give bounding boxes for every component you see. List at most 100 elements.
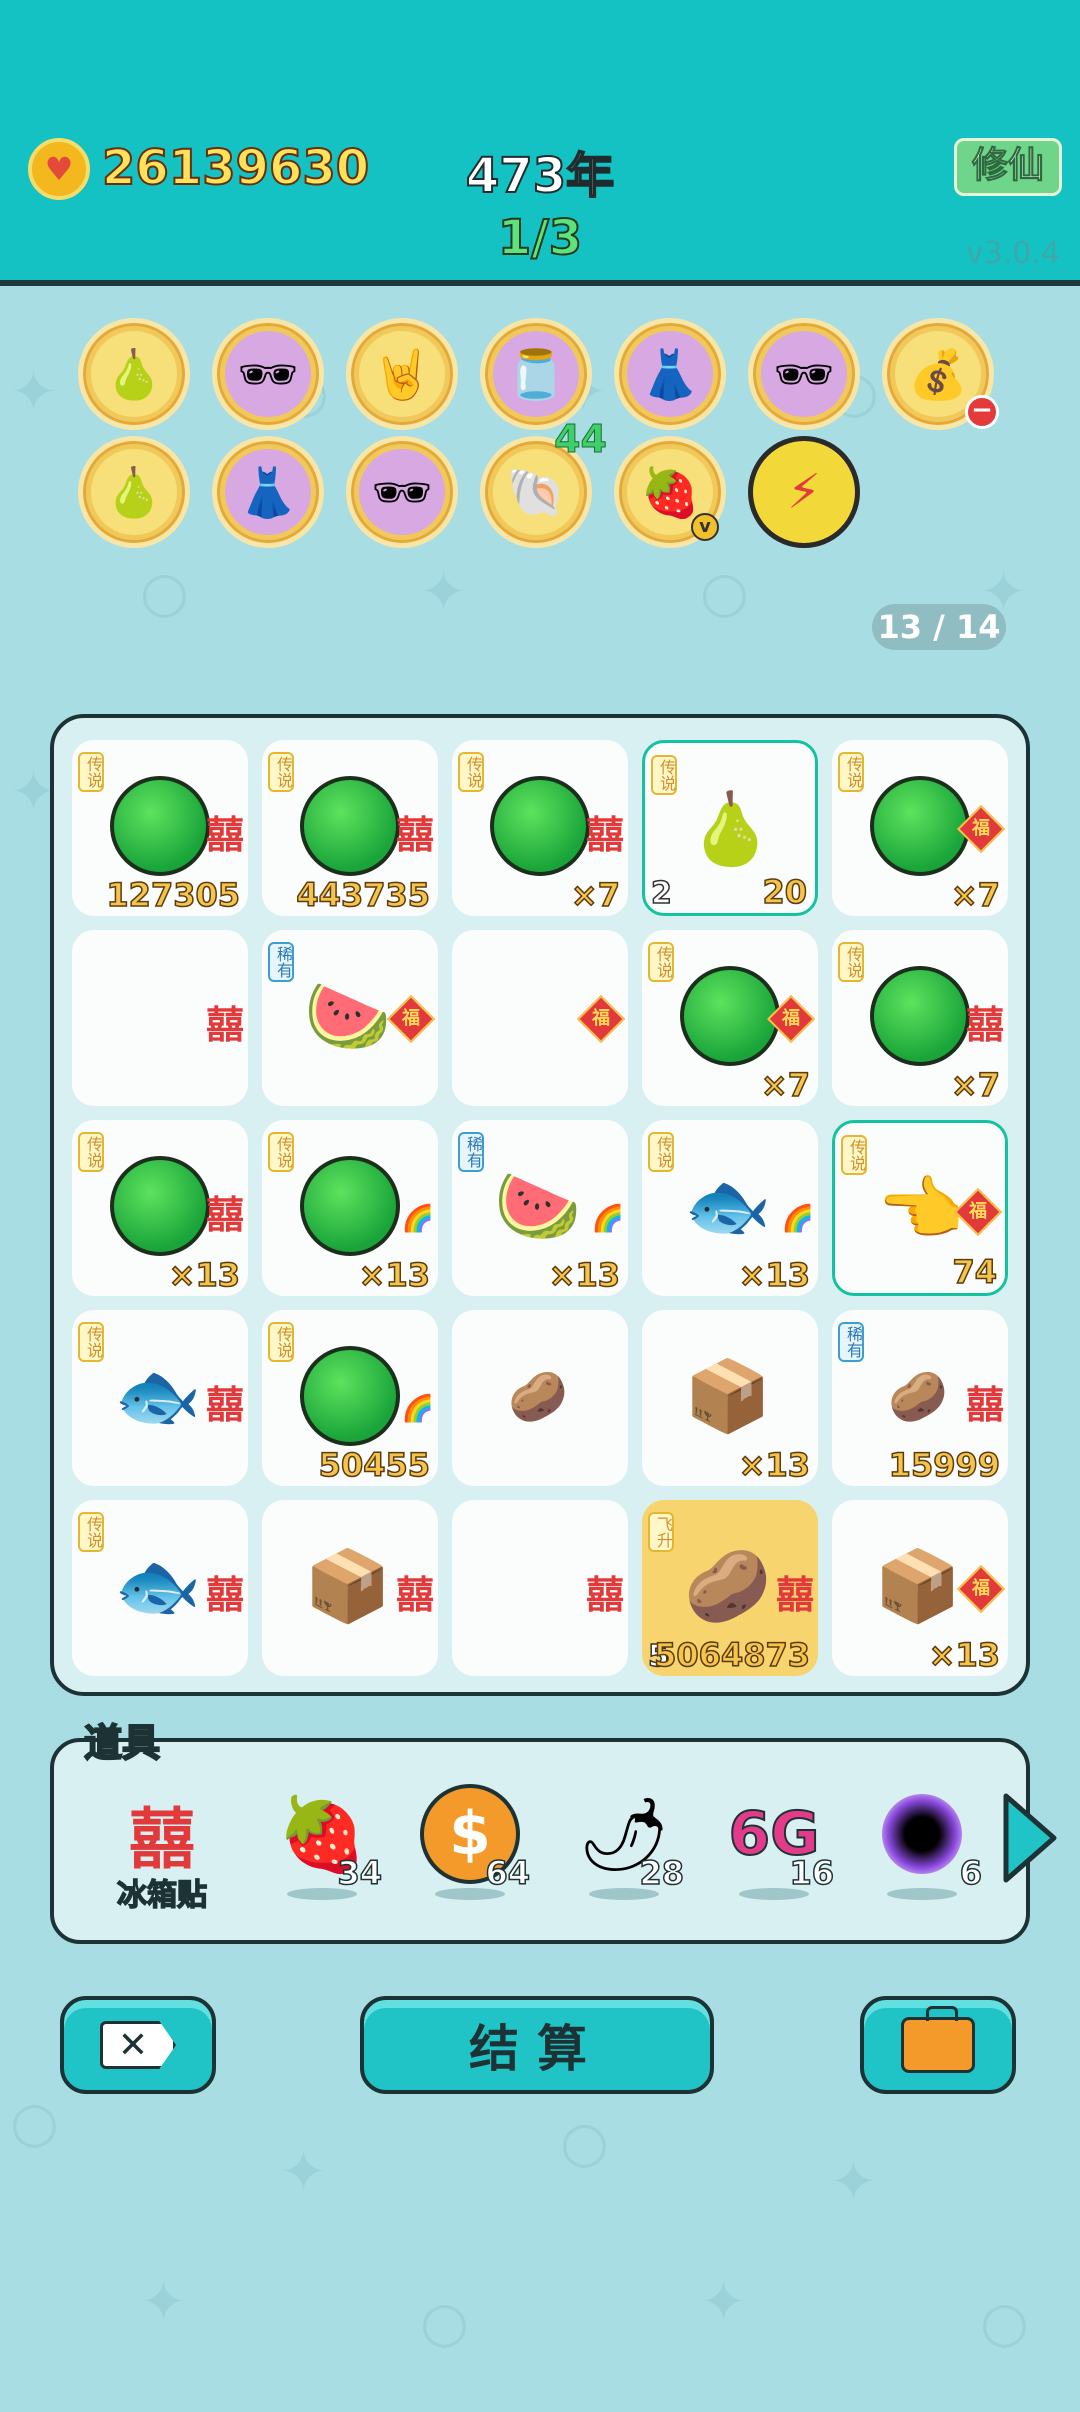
watermelon-icon (870, 966, 970, 1066)
cell-value: ×13 (738, 1255, 811, 1295)
year-label: 473年 (465, 147, 615, 205)
watermelon-icon (110, 776, 210, 876)
rainbow-icon: 🌈 (781, 1204, 814, 1234)
legend-tag: 传说 (78, 1512, 104, 1552)
xi-mark: 囍 (775, 1573, 814, 1617)
jar-icon[interactable]: 🫙 (480, 318, 592, 430)
grid-cell[interactable]: 稀有 🥔 囍 15999 (832, 1310, 1008, 1486)
grid-cell[interactable]: 传说 🐟 囍 (72, 1310, 248, 1486)
coin-icon: ♥ (28, 138, 90, 200)
cell-value: 127305 (106, 875, 241, 915)
xi-mark: 囍 (395, 1573, 434, 1617)
grid-cell[interactable]: 传说 福 ×7 (642, 930, 818, 1106)
grid-cell[interactable]: 📦 ×13 (642, 1310, 818, 1486)
bag-icon[interactable]: 💰 − (882, 318, 999, 430)
sunglasses-orange-icon[interactable]: 🕶 (748, 318, 860, 430)
grid-cell[interactable]: 传说 🌈 ×13 (262, 1120, 438, 1296)
cell-level: 2 (650, 875, 672, 912)
grid-cell[interactable]: 福 (452, 930, 628, 1106)
prop-6g[interactable]: 6G 16 (714, 1784, 835, 1914)
grid-cell[interactable]: 传说 囍 ×7 (452, 740, 628, 916)
version-label: v3.0.4 (965, 236, 1060, 271)
grid-cell[interactable]: 📦 福 ×13 (832, 1500, 1008, 1676)
rainbow-icon: 🌈 (401, 1394, 434, 1424)
close-icon: ✕ (100, 2021, 176, 2069)
cell-value: 5064873 (653, 1635, 810, 1675)
watermelon-icon (490, 776, 590, 876)
grid-cell[interactable]: 稀有 🍉 福 (262, 930, 438, 1106)
props-title: 道具 (83, 1720, 161, 1766)
page-counter: 13 / 14 (872, 604, 1006, 650)
xiuxian-button[interactable]: 修仙 (954, 138, 1062, 196)
cell-value: 74 (952, 1252, 998, 1292)
sunglasses-orange-icon[interactable]: 🕶 (346, 436, 458, 548)
watermelon-slice-icon: 🍉 (494, 1164, 582, 1247)
status-icons-row-1: 🍐 🕶 🤘 🫙 👗 🕶 💰 − (78, 318, 1018, 434)
grid-cell[interactable]: 🥔 (452, 1310, 628, 1486)
skirt-icon[interactable]: 👗 (212, 436, 324, 548)
grid-cell[interactable]: 传说 🍐 2 20 (642, 740, 818, 916)
legend-tag: 传说 (838, 942, 864, 982)
legend-tag: 传说 (78, 752, 104, 792)
legend-tag: 传说 (838, 752, 864, 792)
prop-count: 6 (959, 1853, 983, 1893)
bag-button[interactable] (860, 1996, 1016, 2094)
next-arrow-icon[interactable] (1000, 1790, 1060, 1886)
grid-cell[interactable]: 囍 (452, 1500, 628, 1676)
vip-badge-icon: v (691, 513, 719, 541)
grid-cell[interactable]: 传说 囍 ×7 (832, 930, 1008, 1106)
cell-value: ×13 (928, 1635, 1001, 1675)
prop-fridge-sticker[interactable]: 囍 冰箱贴 (102, 1784, 222, 1914)
legend-tag: 传说 (648, 942, 674, 982)
grid-cell[interactable]: 传说 🐟 囍 (72, 1500, 248, 1676)
cell-value: ×13 (168, 1255, 241, 1295)
cell-value: 50455 (318, 1445, 431, 1485)
prop-black-hole[interactable]: 6 (862, 1784, 983, 1914)
rare-tag: 稀有 (458, 1132, 484, 1172)
xi-mark: 囍 (965, 1003, 1004, 1047)
coin-count: 26139630 (101, 139, 370, 197)
cell-value: 15999 (888, 1445, 1001, 1485)
settle-button[interactable]: 结算 (360, 1996, 714, 2094)
watermelon-icon (680, 966, 780, 1066)
grid-cell[interactable]: 📦 囍 (262, 1500, 438, 1676)
grid-cell[interactable]: 传说 囍 ×13 (72, 1120, 248, 1296)
legend-tag: 传说 (268, 1322, 294, 1362)
briefcase-icon (901, 2006, 975, 2073)
skirt-icon[interactable]: 👗 (614, 318, 726, 430)
grid-cell[interactable]: 传说 囍 127305 (72, 740, 248, 916)
grid-cell[interactable]: 飞升 🥔 囍 5 5064873 (642, 1500, 818, 1676)
sunglasses-orange-icon[interactable]: 🕶 (212, 318, 324, 430)
lightning-icon[interactable]: ⚡ (748, 436, 860, 548)
rare-tag: 稀有 (268, 942, 294, 982)
prop-lychee[interactable]: 🍓 34 (262, 1784, 383, 1914)
grid-cell[interactable]: 传说 囍 443735 (262, 740, 438, 916)
props-panel: 囍 冰箱贴 🍓 34 $ 64 🌶 28 6G 16 6 (50, 1738, 1030, 1944)
rock-hand-icon[interactable]: 🤘 (346, 318, 458, 430)
prop-count: 64 (485, 1853, 531, 1893)
grid-cell[interactable]: 稀有 🍉 🌈 ×13 (452, 1120, 628, 1296)
prop-chili[interactable]: 🌶 28 (564, 1784, 685, 1914)
prop-count: 28 (639, 1853, 685, 1893)
package-box-icon: 📦 (874, 1544, 962, 1627)
grid-cell[interactable]: 传说 🐟 🌈 ×13 (642, 1120, 818, 1296)
rare-tag: 稀有 (838, 1322, 864, 1362)
legend-tag: 传说 (268, 752, 294, 792)
grid-cell[interactable]: 传说 福 ×7 (832, 740, 1008, 916)
grid-cell[interactable]: 传说 👈 福 74 (832, 1120, 1008, 1296)
shell-icon[interactable]: 🐚 44 (480, 417, 607, 548)
koi-fish-icon: 🐟 (114, 1544, 202, 1627)
pomelo-icon[interactable]: 🍐 (78, 318, 190, 430)
kiwi-icon: 🥔 (508, 1368, 568, 1425)
watermelon-icon (300, 1156, 400, 1256)
legend-tag: 传说 (648, 1132, 674, 1172)
prop-coin[interactable]: $ 64 (410, 1784, 531, 1914)
grid-cell[interactable]: 传说 🌈 50455 (262, 1310, 438, 1486)
ascend-tag: 飞升 (648, 1512, 674, 1552)
legend-tag: 传说 (651, 755, 677, 795)
watermelon-icon (300, 776, 400, 876)
pomelo-icon[interactable]: 🍐 (78, 436, 190, 548)
close-button[interactable]: ✕ (60, 1996, 216, 2094)
grid-cell[interactable]: 囍 (72, 930, 248, 1106)
fruit-bowl-icon[interactable]: 🍓 v (614, 436, 726, 548)
